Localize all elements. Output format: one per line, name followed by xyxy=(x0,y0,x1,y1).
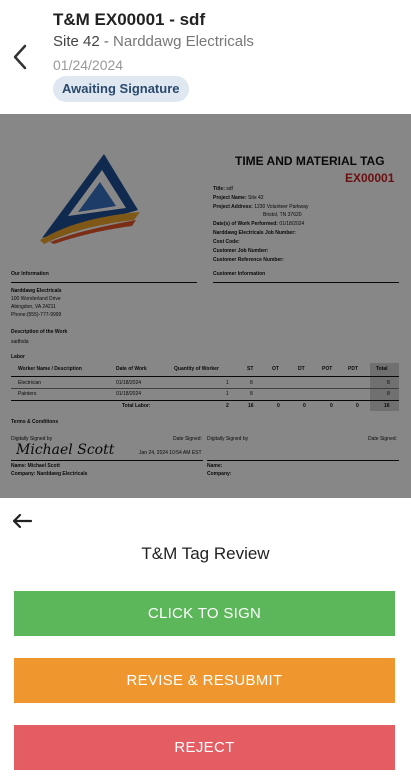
site-line: Site 42 - Narddawg Electricals xyxy=(53,33,254,50)
labor-label: Labor xyxy=(11,354,25,360)
labor-header: Quantity of Worker xyxy=(174,366,219,372)
divider xyxy=(11,376,399,377)
field-project-address-2: Bristol, TN 37620 xyxy=(263,212,302,218)
triangle-logo xyxy=(38,154,142,249)
total-labor-cell: 2 xyxy=(226,403,229,409)
our-address-1: 100 Wonderland Drive xyxy=(11,296,61,302)
signed-timestamp: Jan 24, 2024 10:54 AM EST xyxy=(139,450,202,456)
our-information-label: Our Information xyxy=(11,271,49,277)
labor-cell: 01/18/2024 xyxy=(116,380,142,386)
labor-cell: Electrician xyxy=(18,380,42,386)
tm-tag-heading: TIME AND MATERIAL TAG xyxy=(235,154,385,168)
reject-button[interactable]: REJECT xyxy=(14,725,395,770)
customer-name-label: Name: xyxy=(207,463,223,469)
total-labor-cell: 16 xyxy=(384,403,390,409)
signature: Michael Scott xyxy=(16,442,115,458)
description-value: sadfsda xyxy=(11,339,29,345)
labor-header: ST xyxy=(247,366,254,372)
divider xyxy=(11,282,197,283)
revise-resubmit-button[interactable]: REVISE & RESUBMIT xyxy=(14,658,395,703)
our-company-name: Narddawg Electricals xyxy=(11,288,62,294)
divider xyxy=(213,282,399,283)
field-cost-code: Cost Code: xyxy=(213,239,240,245)
total-labor-label: Total Labor: xyxy=(122,403,151,409)
document-preview[interactable]: TIME AND MATERIAL TAG EX00001 Title: sdf… xyxy=(0,114,411,498)
labor-cell: 8 xyxy=(250,380,253,386)
description-label: Description of the Work xyxy=(11,329,68,335)
customer-signed-label: Digitally Signed by xyxy=(207,436,249,442)
labor-cell: 8 xyxy=(387,391,390,397)
labor-cell: Painters xyxy=(18,391,37,397)
labor-header: PDT xyxy=(348,366,358,372)
signer-company: Company: Narddawg Electricals xyxy=(11,471,88,477)
field-work-dates: Date(s) of Work Performed: 01/18/2024 xyxy=(213,221,305,227)
company-name: Narddawg Electricals xyxy=(113,33,254,50)
total-labor-cell: 0 xyxy=(330,403,333,409)
labor-header: Date of Work xyxy=(116,366,147,372)
total-labor-cell: 16 xyxy=(248,403,254,409)
labor-cell: 1 xyxy=(226,391,229,397)
divider xyxy=(11,388,399,389)
labor-header: Total xyxy=(376,366,388,372)
labor-header: OT xyxy=(272,366,279,372)
site-separator: - xyxy=(99,33,114,50)
our-phone: Phone:(555)-777-9999 xyxy=(11,312,62,318)
customer-company-label: Company: xyxy=(207,471,232,477)
field-project-name: Project Name: Site 42 xyxy=(213,195,264,201)
signature-line xyxy=(11,460,203,461)
tag-date: 01/24/2024 xyxy=(53,57,124,73)
date-signed-label: Date Signed: xyxy=(173,436,202,442)
terms-label: Terms & Conditions xyxy=(11,419,59,425)
signer-name: Name: Michael Scott xyxy=(11,463,60,469)
status-badge: Awaiting Signature xyxy=(53,76,189,102)
labor-header: POT xyxy=(322,366,333,372)
labor-cell: 8 xyxy=(250,391,253,397)
field-job-number: Narddawg Electricals Job Number: xyxy=(213,230,296,236)
customer-information-label: Customer Information xyxy=(213,271,266,277)
field-customer-job-number: Customer Job Number: xyxy=(213,248,269,254)
total-labor-cell: 0 xyxy=(277,403,280,409)
total-labor-cell: 0 xyxy=(356,403,359,409)
labor-header: DT xyxy=(298,366,305,372)
field-title: Title: sdf xyxy=(213,186,233,192)
labor-cell: 01/18/2024 xyxy=(116,391,142,397)
signature-line xyxy=(207,460,399,461)
page-title: T&M EX00001 - sdf xyxy=(53,10,206,29)
labor-cell: 1 xyxy=(226,380,229,386)
chevron-left-icon[interactable] xyxy=(10,42,32,72)
panel-title: T&M Tag Review xyxy=(141,544,270,563)
top-header: T&M EX00001 - sdf Site 42 - Narddawg Ele… xyxy=(0,0,411,114)
divider xyxy=(11,400,399,401)
click-to-sign-button[interactable]: CLICK TO SIGN xyxy=(14,591,395,636)
field-customer-reference: Customer Reference Number: xyxy=(213,257,284,263)
labor-cell: 8 xyxy=(387,380,390,386)
site-name: Site 42 xyxy=(53,33,100,50)
field-project-address: Project Address: 1230 Volunteer Parkway xyxy=(213,204,309,210)
tm-tag-number: EX00001 xyxy=(345,171,395,185)
our-address-2: Abingdon, VA 24211 xyxy=(11,304,56,310)
arrow-left-icon[interactable] xyxy=(11,512,33,530)
customer-date-signed-label: Date Signed: xyxy=(368,436,397,442)
total-labor-cell: 0 xyxy=(303,403,306,409)
review-panel: T&M Tag Review CLICK TO SIGN REVISE & RE… xyxy=(0,498,411,783)
labor-header: Worker Name / Description xyxy=(18,366,82,372)
